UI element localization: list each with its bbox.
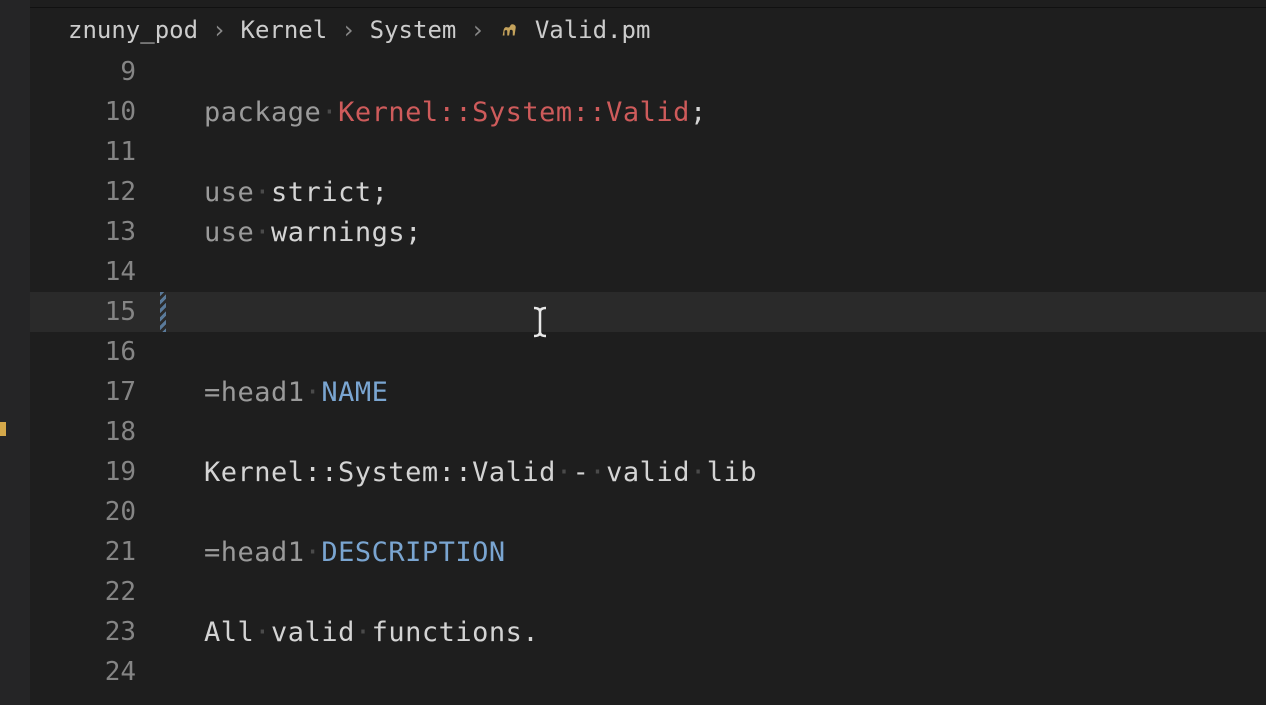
code-content[interactable]: =head1·DESCRIPTION <box>166 537 1266 568</box>
code-line[interactable]: 9 <box>30 52 1266 92</box>
tab-bar[interactable] <box>30 0 1266 8</box>
code-line[interactable]: 12use·strict; <box>30 172 1266 212</box>
line-number[interactable]: 21 <box>30 537 160 567</box>
code-line[interactable]: 17=head1·NAME <box>30 372 1266 412</box>
code-content[interactable]: All·valid·functions. <box>166 617 1266 648</box>
code-editor[interactable]: 910package·Kernel::System::Valid;1112use… <box>30 52 1266 705</box>
gutter-change-indicator <box>160 492 166 532</box>
line-number[interactable]: 23 <box>30 617 160 647</box>
gutter-change-indicator <box>160 52 166 92</box>
line-number[interactable]: 13 <box>30 217 160 247</box>
code-line[interactable]: 19Kernel::System::Valid·-·valid·lib <box>30 452 1266 492</box>
code-line[interactable]: 15 <box>30 292 1266 332</box>
code-line[interactable]: 22 <box>30 572 1266 612</box>
code-line[interactable]: 20 <box>30 492 1266 532</box>
overview-marker <box>0 422 6 436</box>
line-number[interactable]: 24 <box>30 657 160 687</box>
line-number[interactable]: 19 <box>30 457 160 487</box>
crumb-2[interactable]: System <box>370 16 457 44</box>
line-number[interactable]: 15 <box>30 297 160 327</box>
code-line[interactable]: 10package·Kernel::System::Valid; <box>30 92 1266 132</box>
crumb-1[interactable]: Kernel <box>241 16 328 44</box>
gutter-change-indicator <box>160 572 166 612</box>
chevron-right-icon: › <box>470 16 484 44</box>
chevron-right-icon: › <box>341 16 355 44</box>
camel-icon <box>499 19 521 41</box>
line-number[interactable]: 12 <box>30 177 160 207</box>
gutter-change-indicator <box>160 252 166 292</box>
code-line[interactable]: 13use·warnings; <box>30 212 1266 252</box>
code-line[interactable]: 23All·valid·functions. <box>30 612 1266 652</box>
line-number[interactable]: 22 <box>30 577 160 607</box>
crumb-0[interactable]: znuny_pod <box>68 16 198 44</box>
activity-bar[interactable] <box>0 0 30 705</box>
gutter-change-indicator <box>160 652 166 692</box>
chevron-right-icon: › <box>212 16 226 44</box>
code-content[interactable]: =head1·NAME <box>166 377 1266 408</box>
code-content[interactable]: use·warnings; <box>166 217 1266 248</box>
code-line[interactable]: 11 <box>30 132 1266 172</box>
code-line[interactable]: 21=head1·DESCRIPTION <box>30 532 1266 572</box>
code-line[interactable]: 14 <box>30 252 1266 292</box>
code-line[interactable]: 24 <box>30 652 1266 692</box>
line-number[interactable]: 16 <box>30 337 160 367</box>
gutter-change-indicator <box>160 412 166 452</box>
code-content[interactable]: use·strict; <box>166 177 1266 208</box>
line-number[interactable]: 14 <box>30 257 160 287</box>
line-number[interactable]: 11 <box>30 137 160 167</box>
crumb-file[interactable]: Valid.pm <box>535 16 651 44</box>
code-line[interactable]: 18 <box>30 412 1266 452</box>
line-number[interactable]: 20 <box>30 497 160 527</box>
breadcrumb[interactable]: znuny_pod › Kernel › System › Valid.pm <box>30 8 1266 52</box>
gutter-change-indicator <box>160 332 166 372</box>
line-number[interactable]: 9 <box>30 57 160 87</box>
gutter-change-indicator <box>160 132 166 172</box>
line-number[interactable]: 10 <box>30 97 160 127</box>
code-content[interactable]: package·Kernel::System::Valid; <box>166 97 1266 128</box>
code-line[interactable]: 16 <box>30 332 1266 372</box>
line-number[interactable]: 17 <box>30 377 160 407</box>
gutter-change-indicator <box>160 292 166 332</box>
code-content[interactable]: Kernel::System::Valid·-·valid·lib <box>166 457 1266 488</box>
line-number[interactable]: 18 <box>30 417 160 447</box>
